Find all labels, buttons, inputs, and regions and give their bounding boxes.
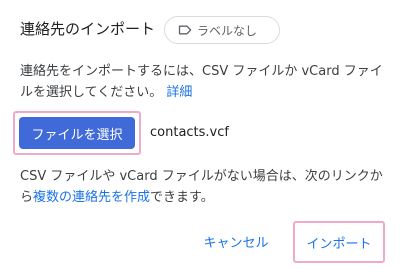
import-contacts-dialog: 連絡先のインポート ラベルなし 連絡先をインポートするには、CSV ファイルか … xyxy=(0,0,400,269)
select-file-highlight: ファイルを選択 xyxy=(13,111,141,155)
import-button[interactable]: インポート xyxy=(298,226,380,258)
details-link[interactable]: 詳細 xyxy=(166,85,192,100)
import-button-highlight: インポート xyxy=(293,221,385,263)
select-file-button[interactable]: ファイルを選択 xyxy=(19,117,135,149)
create-multiple-contacts-link[interactable]: 複数の連絡先を作成 xyxy=(33,190,150,205)
label-outline-icon xyxy=(178,25,192,35)
note-text-after: できます。 xyxy=(150,190,214,205)
label-chip-text: ラベルなし xyxy=(197,23,258,38)
selected-file-name: contacts.vcf xyxy=(150,125,229,140)
dialog-title: 連絡先のインポート xyxy=(20,20,156,38)
no-file-note: CSV ファイルや vCard ファイルがない場合は、次のリンクから複数の連絡先… xyxy=(20,166,394,208)
import-description: 連絡先をインポートするには、CSV ファイルか vCard ファイルを選択してく… xyxy=(20,61,392,103)
cancel-button[interactable]: キャンセル xyxy=(198,225,274,257)
description-text: 連絡先をインポートするには、CSV ファイルか vCard ファイルを選択してく… xyxy=(20,64,383,100)
label-chip[interactable]: ラベルなし xyxy=(164,16,280,44)
